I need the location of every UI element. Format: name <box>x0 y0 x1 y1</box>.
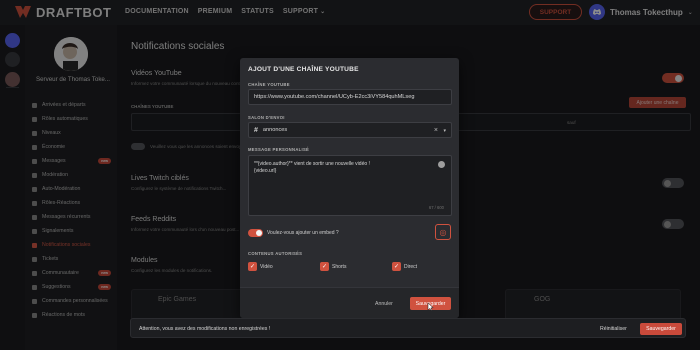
save-changes-button[interactable]: Sauvegarder <box>640 323 682 335</box>
check-icon: ✓ <box>320 262 329 271</box>
embed-label: Voulez-vous ajouter un embed ? <box>267 230 339 236</box>
channel-label: CHAÎNE YOUTUBE <box>248 82 290 87</box>
message-line: {video.url} <box>254 167 277 174</box>
salon-label: SALON D'ENVOI <box>248 115 285 120</box>
checkbox-video[interactable]: ✓ Vidéo <box>248 262 273 271</box>
content-label: CONTENUS AUTORISÉS <box>248 251 303 256</box>
custom-message-textarea[interactable]: **{video.author}** vient de sortir une n… <box>248 155 452 216</box>
unsaved-changes-bar: Attention, vous avez des modifications n… <box>130 318 686 338</box>
check-icon: ✓ <box>248 262 257 271</box>
unsaved-warning-text: Attention, vous avez des modifications n… <box>139 326 271 332</box>
pointer-cursor-icon <box>427 302 434 311</box>
checkbox-label: Vidéo <box>260 263 273 270</box>
chevron-down-icon[interactable]: ▾ <box>443 128 446 134</box>
add-youtube-channel-modal: AJOUT D'UNE CHAÎNE YOUTUBE CHAÎNE YOUTUB… <box>240 58 459 318</box>
message-label: MESSAGE PERSONNALISÉ <box>248 147 310 152</box>
embed-icon: ◎ <box>439 227 447 237</box>
char-count: 67 / 600 <box>428 204 444 210</box>
checkbox-direct[interactable]: ✓ Direct <box>392 262 417 271</box>
checkbox-shorts[interactable]: ✓ Shorts <box>320 262 346 271</box>
embed-toggle[interactable] <box>248 229 263 237</box>
channel-url-input[interactable]: https://www.youtube.com/channel/UCyb-E2c… <box>248 89 452 105</box>
hash-icon: # <box>254 126 258 134</box>
modal-title: AJOUT D'UNE CHAÎNE YOUTUBE <box>248 66 359 73</box>
salon-select[interactable]: # annonces × ▾ <box>248 122 452 138</box>
embed-settings-button[interactable]: ◎ <box>435 224 451 240</box>
salon-value: annonces <box>262 127 288 133</box>
emoji-icon[interactable] <box>438 161 445 168</box>
cancel-button[interactable]: Annuler <box>375 301 393 307</box>
channel-url-value: https://www.youtube.com/channel/UCyb-E2c… <box>254 94 415 100</box>
checkbox-label: Direct <box>404 263 418 270</box>
checkbox-label: Shorts <box>332 263 347 270</box>
check-icon: ✓ <box>392 262 401 271</box>
message-line: **{video.author}** vient de sortir une n… <box>254 161 370 167</box>
reset-button[interactable]: Réinitialiser <box>600 326 627 332</box>
clear-icon[interactable]: × <box>434 127 438 134</box>
